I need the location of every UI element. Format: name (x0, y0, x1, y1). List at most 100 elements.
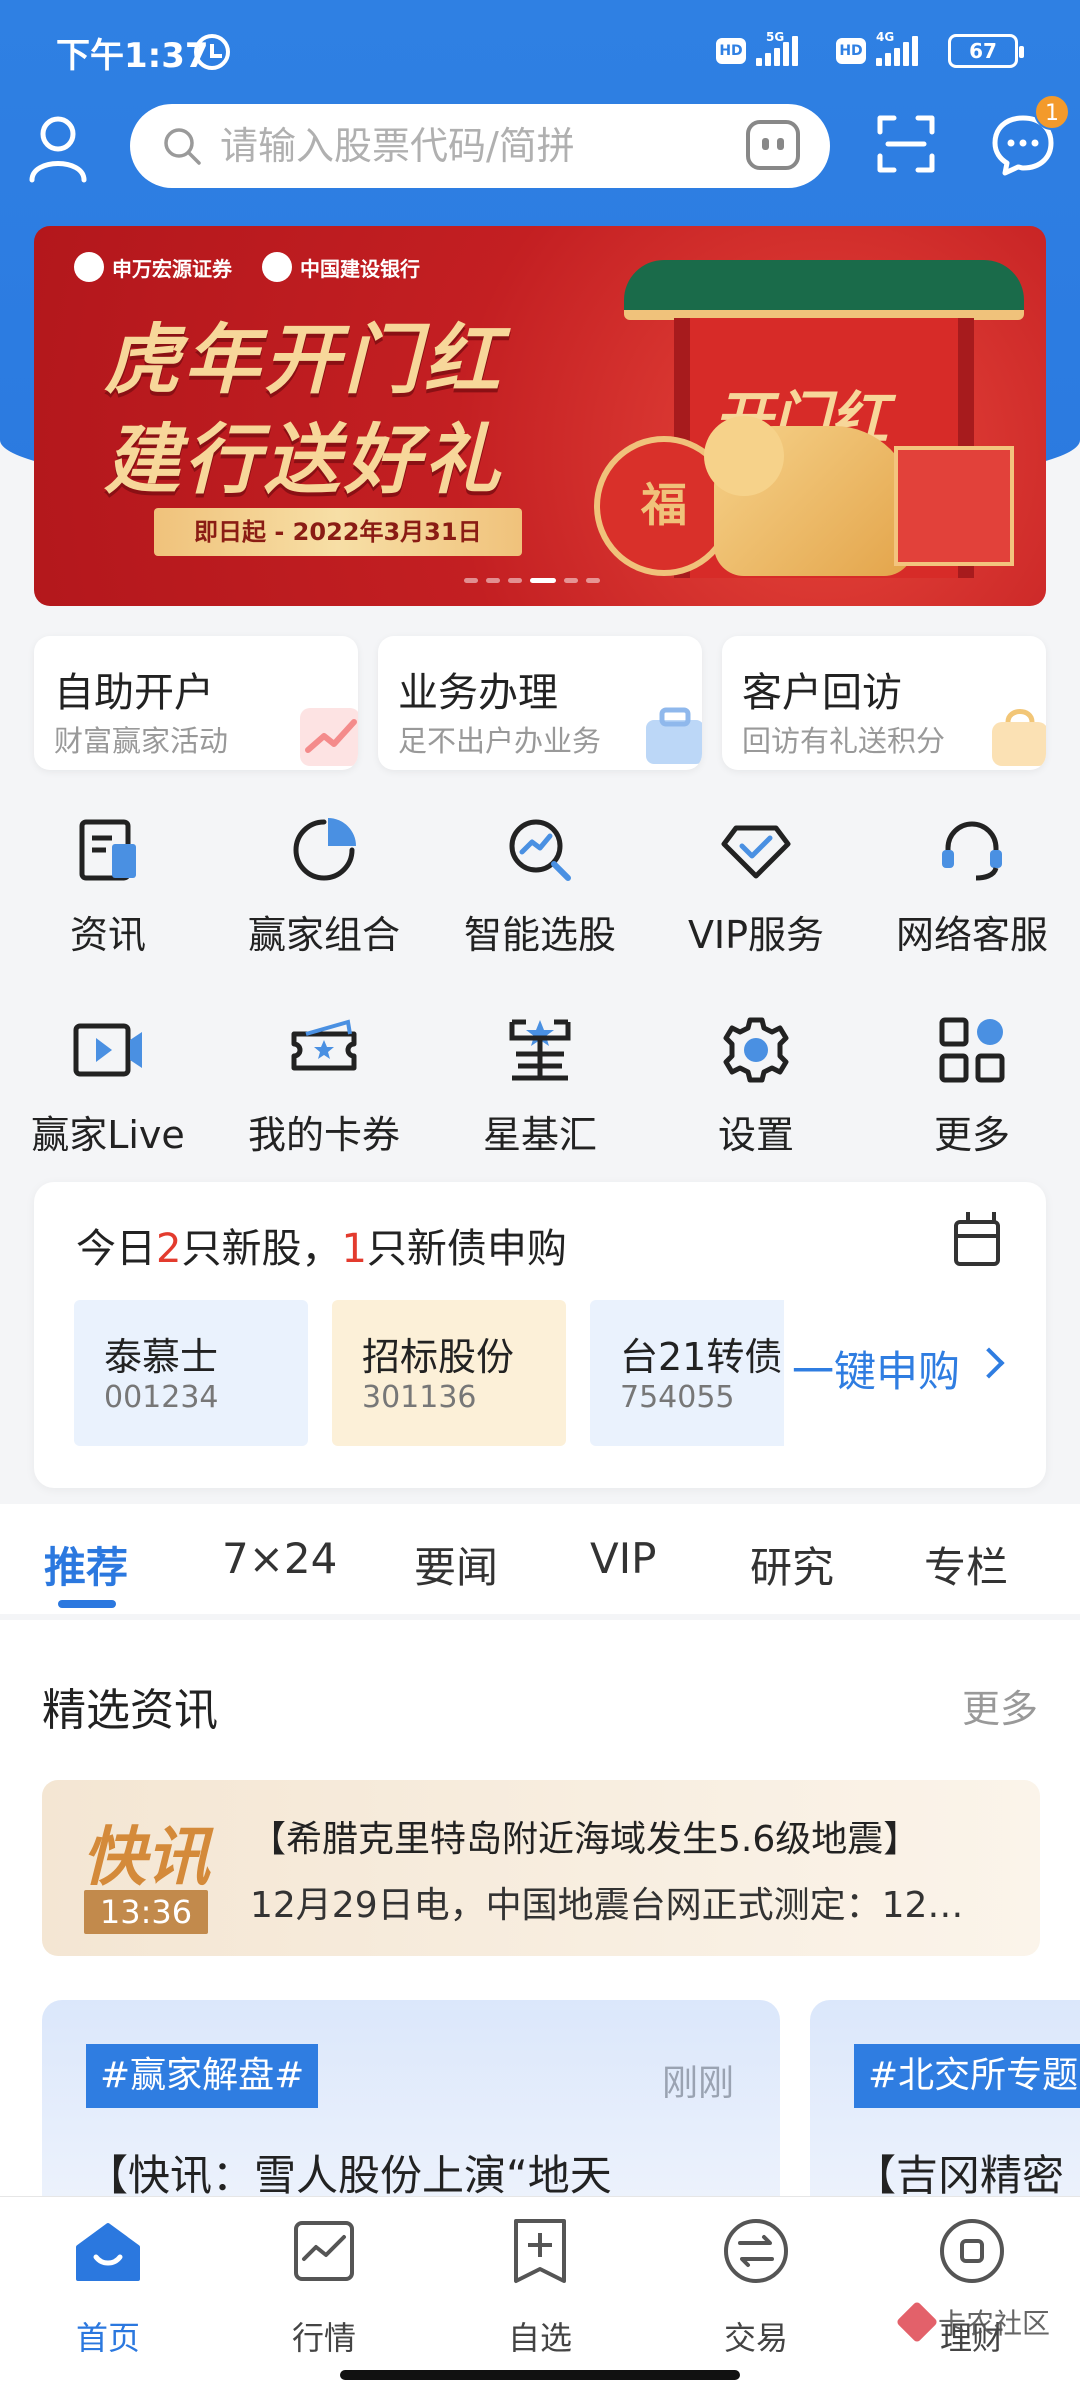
grid-item-support[interactable]: 网络客服 (864, 804, 1080, 984)
ipo-item[interactable]: 台21转债 754055 (590, 1300, 784, 1446)
grid-item-coupons[interactable]: 我的卡券 (216, 1004, 432, 1184)
ipo-title-suffix: 只新债申购 (366, 1226, 567, 1272)
diamond-icon (721, 825, 791, 879)
bank-mark-icon (262, 252, 292, 282)
nav-home[interactable]: 首页 (0, 2217, 216, 2367)
carousel-dot[interactable] (508, 578, 522, 583)
calendar-icon[interactable] (954, 1212, 1000, 1266)
banner-title-line2: 建行送好礼 (104, 415, 504, 504)
grid-item-label: 资讯 (69, 913, 146, 957)
nav-trade[interactable]: 交易 (648, 2217, 864, 2367)
feed-card-tag: #赢家解盘# (86, 2044, 319, 2108)
signal-bars-icon (876, 36, 918, 66)
scan-icon[interactable] (876, 114, 936, 174)
status-time: 下午1:37 (56, 36, 209, 76)
grid-item-more[interactable]: 更多 (864, 1004, 1080, 1184)
nav-label: 交易 (723, 2319, 788, 2357)
search-box[interactable] (130, 104, 830, 188)
carousel-dot[interactable] (586, 578, 600, 583)
service-card-open-account[interactable]: 自助开户 财富赢家活动 (34, 636, 358, 770)
feed-card[interactable]: #北交所专题 【吉冈精密 (810, 2000, 1080, 2220)
nav-label: 行情 (291, 2319, 356, 2357)
ipo-item[interactable]: 泰慕士 001234 (74, 1300, 308, 1446)
tab-vip[interactable]: VIP (590, 1534, 656, 1583)
carousel-indicator[interactable] (464, 578, 600, 583)
gear-icon (723, 1017, 789, 1083)
grid-item-label: 网络客服 (895, 913, 1048, 957)
home-icon (76, 2223, 140, 2281)
tab-column[interactable]: 专栏 (924, 1534, 1008, 1595)
featured-news-section: 精选资讯 更多 快讯 13:36 【希腊克里特岛附近海域发生5.6级地震】 12… (0, 1620, 1080, 2220)
carousel-dot[interactable] (486, 578, 500, 583)
grid-item-settings[interactable]: 设置 (648, 1004, 864, 1184)
grid-item-label: 赢家组合 (247, 913, 400, 957)
nav-market[interactable]: 行情 (216, 2217, 432, 2367)
grid-item-live[interactable]: 赢家Live (0, 1004, 216, 1184)
alarm-icon (194, 34, 230, 70)
nav-wealth[interactable]: 理财 (864, 2217, 1080, 2367)
banner-title: 虎年开门红 建行送好礼 (104, 310, 504, 510)
bookmark-plus-icon (514, 2219, 566, 2283)
watermark: 卡农社区 (895, 2300, 1051, 2344)
tab-recommend[interactable]: 推荐 (44, 1534, 128, 1595)
search-icon (164, 128, 201, 165)
tab-7x24[interactable]: 7×24 (222, 1534, 337, 1583)
gate-roof (624, 260, 1024, 320)
brand-name: 申万宏源证券 (112, 256, 232, 281)
ipo-name: 泰慕士 (104, 1335, 219, 1379)
ipo-list[interactable]: 泰慕士 001234 招标股份 301136 台21转债 754055 (74, 1300, 784, 1450)
search-input[interactable] (220, 116, 740, 176)
promo-banner[interactable]: 申万宏源证券 中国建设银行 虎年开门红 建行送好礼 即日起 - 2022年3月3… (34, 226, 1046, 606)
ticket-star-icon (291, 1019, 357, 1071)
section-more-link[interactable]: 更多 (962, 1678, 1038, 1733)
ipo-code: 754055 (620, 1380, 735, 1415)
one-click-subscribe-button[interactable]: 一键申购 (792, 1338, 960, 1399)
service-card-callback[interactable]: 客户回访 回访有礼送积分 (722, 636, 1046, 770)
carousel-dot[interactable] (530, 578, 556, 583)
new-stock-count: 2 (156, 1226, 182, 1272)
grid-item-vip[interactable]: VIP服务 (648, 804, 864, 984)
signal-bars-icon (756, 36, 798, 66)
ipo-code: 001234 (104, 1380, 219, 1415)
watermark-text: 卡农社区 (938, 2307, 1051, 2340)
carousel-dot[interactable] (564, 578, 578, 583)
apps-grid-icon (939, 1017, 1005, 1083)
bank-name: 中国建设银行 (300, 256, 420, 281)
hd-badge: HD (716, 38, 746, 64)
flash-news-card[interactable]: 快讯 13:36 【希腊克里特岛附近海域发生5.6级地震】 12月29日电，中国… (42, 1780, 1040, 1956)
feed-card[interactable]: #赢家解盘# 刚刚 【快讯：雪人股份上演“地天 (42, 2000, 780, 2220)
gift-box-illustration (894, 446, 1014, 566)
bank-logo: 中国建设银行 (262, 252, 420, 282)
exchange-icon (724, 2219, 788, 2283)
ipo-item[interactable]: 招标股份 301136 (332, 1300, 566, 1446)
service-card-business[interactable]: 业务办理 足不出户办业务 (378, 636, 702, 770)
active-tab-indicator (58, 1600, 116, 1608)
section-title: 精选资讯 (42, 1685, 218, 1736)
nav-watchlist[interactable]: 自选 (432, 2217, 648, 2367)
grid-item-smart-pick[interactable]: 智能选股 (432, 804, 648, 984)
service-card-subtitle: 财富赢家活动 (54, 724, 229, 758)
market-chart-icon (294, 2221, 354, 2281)
grid-item-news[interactable]: 资讯 (0, 804, 216, 984)
ipo-name: 招标股份 (362, 1335, 515, 1379)
ipo-title-prefix: 今日 (76, 1226, 156, 1272)
ipo-subscription-card[interactable]: 今日2只新股，1只新债申购 泰慕士 001234 招标股份 301136 台21… (34, 1182, 1046, 1488)
home-indicator[interactable] (340, 2370, 740, 2380)
banner-date: 即日起 - 2022年3月31日 (154, 508, 522, 556)
carousel-dot[interactable] (464, 578, 478, 583)
service-card-subtitle: 回访有礼送积分 (742, 724, 946, 758)
grid-item-star-fund[interactable]: 星基汇 (432, 1004, 648, 1184)
brand-mark-icon (74, 252, 104, 282)
magnifier-chart-icon (509, 819, 571, 881)
robot-assistant-icon[interactable] (746, 120, 800, 170)
nav-label: 自选 (507, 2319, 572, 2357)
status-bar: 下午1:37 HD 5G HD 4G 67 (0, 0, 1080, 100)
feed-card-title: 【吉冈精密 (854, 2151, 1065, 2200)
tab-research[interactable]: 研究 (750, 1534, 834, 1595)
ipo-code: 301136 (362, 1380, 477, 1415)
user-profile-icon[interactable] (26, 112, 90, 184)
wealth-icon (940, 2219, 1004, 2283)
tab-headlines[interactable]: 要闻 (414, 1534, 498, 1595)
grid-item-portfolio[interactable]: 赢家组合 (216, 804, 432, 984)
grid-item-label: 设置 (717, 1113, 794, 1157)
